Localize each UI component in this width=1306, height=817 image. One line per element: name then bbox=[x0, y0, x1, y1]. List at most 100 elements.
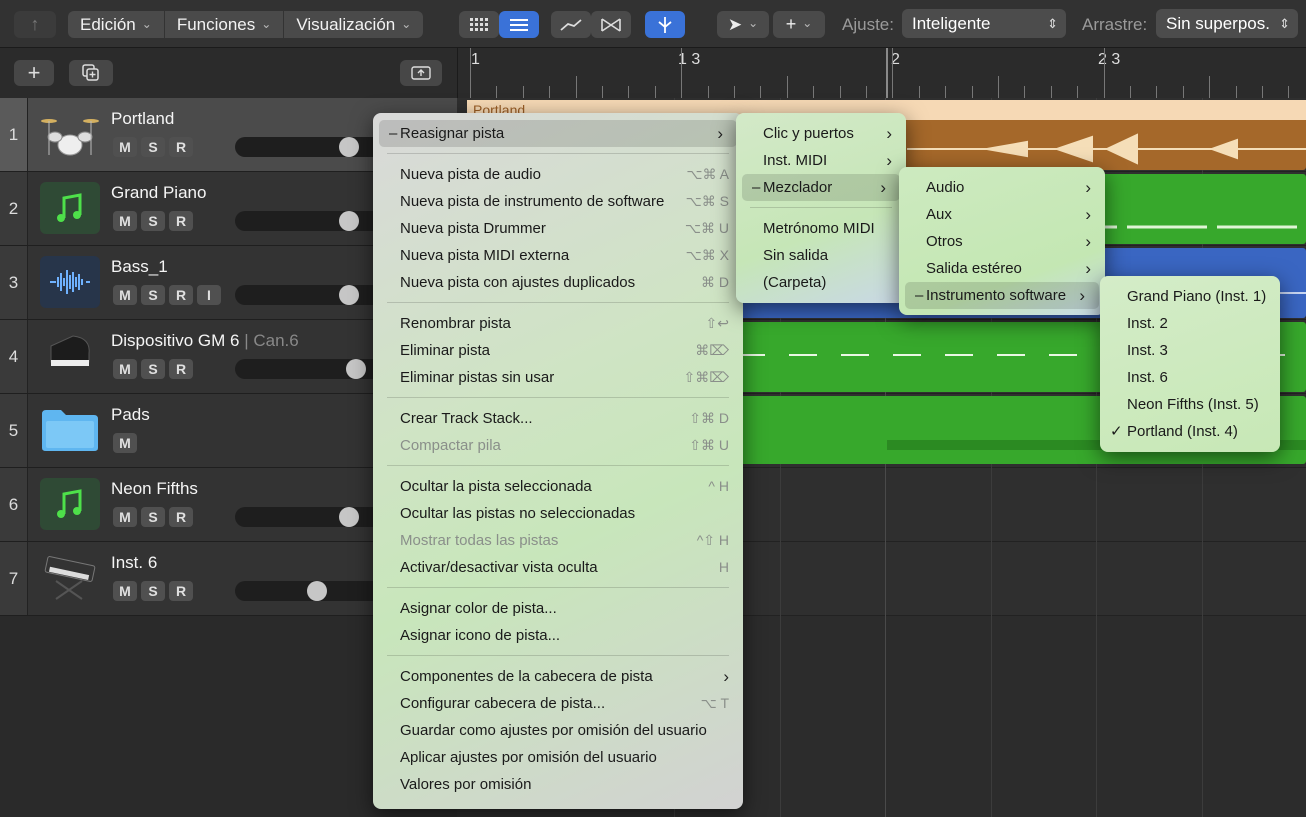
automation-button[interactable] bbox=[551, 11, 591, 38]
waveform-icon[interactable] bbox=[40, 256, 100, 308]
menu-item[interactable]: – Mezclador › bbox=[742, 174, 900, 201]
up-arrow-button[interactable]: ↑ bbox=[14, 11, 56, 38]
menu-item[interactable]: – Reasignar pista › bbox=[379, 120, 737, 147]
menu-item[interactable]: Inst. 3 bbox=[1100, 337, 1280, 364]
grand-piano-icon[interactable] bbox=[40, 330, 100, 382]
menu-item[interactable]: Grand Piano (Inst. 1) bbox=[1100, 283, 1280, 310]
flex-button[interactable] bbox=[591, 11, 631, 38]
solo-button[interactable]: S bbox=[141, 359, 165, 379]
menu-item[interactable]: Renombrar pista ⇧↩ bbox=[373, 310, 743, 337]
menu-item[interactable]: Activar/desactivar vista oculta H bbox=[373, 554, 743, 581]
menu-item[interactable]: (Carpeta) bbox=[736, 269, 906, 296]
mute-button[interactable]: M bbox=[113, 581, 137, 601]
menu-item[interactable]: Sin salida bbox=[736, 242, 906, 269]
track-name[interactable]: Dispositivo GM 6 | Can.6 bbox=[111, 331, 299, 351]
solo-button[interactable]: S bbox=[141, 211, 165, 231]
menu-item[interactable]: Inst. 6 bbox=[1100, 364, 1280, 391]
crosshair-tool-button[interactable]: + ⌄ bbox=[773, 11, 825, 38]
view-menu[interactable]: Visualización ⌄ bbox=[284, 11, 423, 38]
music-note-icon[interactable] bbox=[40, 478, 100, 530]
list-view-button[interactable] bbox=[499, 11, 539, 38]
menu-item[interactable]: Crear Track Stack... ⇧⌘ D bbox=[373, 405, 743, 432]
catch-playhead-button[interactable] bbox=[645, 11, 685, 38]
volume-slider-knob[interactable] bbox=[346, 359, 366, 379]
menu-item[interactable]: Configurar cabecera de pista... ⌥ T bbox=[373, 690, 743, 717]
volume-slider-knob[interactable] bbox=[339, 137, 359, 157]
record-enable-button[interactable]: R bbox=[169, 507, 193, 527]
record-enable-button[interactable]: R bbox=[169, 285, 193, 305]
menu-item[interactable]: Inst. MIDI › bbox=[736, 147, 906, 174]
grid-view-button[interactable] bbox=[459, 11, 499, 38]
track-name[interactable]: Bass_1 bbox=[111, 257, 168, 277]
mute-button[interactable]: M bbox=[113, 137, 137, 157]
solo-button[interactable]: S bbox=[141, 507, 165, 527]
volume-slider-knob[interactable] bbox=[339, 285, 359, 305]
menu-item[interactable]: Clic y puertos › bbox=[736, 120, 906, 147]
mute-button[interactable]: M bbox=[113, 433, 137, 453]
volume-slider-knob[interactable] bbox=[339, 211, 359, 231]
menu-item[interactable]: Eliminar pistas sin usar ⇧⌘⌦ bbox=[373, 364, 743, 391]
track-name[interactable]: Inst. 6 bbox=[111, 553, 157, 573]
menu-item[interactable]: Salida estéreo › bbox=[899, 255, 1105, 282]
mute-button[interactable]: M bbox=[113, 211, 137, 231]
edit-menu[interactable]: Edición ⌄ bbox=[68, 11, 165, 38]
menu-item[interactable]: Asignar icono de pista... bbox=[373, 622, 743, 649]
volume-slider[interactable] bbox=[235, 211, 385, 231]
volume-slider[interactable] bbox=[235, 137, 385, 157]
menu-item[interactable]: Eliminar pista ⌘⌦ bbox=[373, 337, 743, 364]
volume-slider[interactable] bbox=[235, 285, 385, 305]
add-track-button[interactable]: + bbox=[14, 60, 54, 86]
menu-item[interactable]: – Instrumento software › bbox=[905, 282, 1099, 309]
input-monitor-button[interactable]: I bbox=[197, 285, 221, 305]
solo-button[interactable]: S bbox=[141, 581, 165, 601]
menu-item[interactable]: Guardar como ajustes por omisión del usu… bbox=[373, 717, 743, 744]
record-enable-button[interactable]: R bbox=[169, 137, 193, 157]
menu-item[interactable]: Otros › bbox=[899, 228, 1105, 255]
bar-ruler[interactable]: 1 1 3 2 2 3 bbox=[457, 48, 1306, 98]
drum-kit-icon[interactable] bbox=[40, 108, 100, 160]
menu-item[interactable]: Componentes de la cabecera de pista › bbox=[373, 663, 743, 690]
menu-item[interactable]: Nueva pista Drummer ⌥⌘ U bbox=[373, 215, 743, 242]
menu-item[interactable]: Audio › bbox=[899, 174, 1105, 201]
mute-button[interactable]: M bbox=[113, 507, 137, 527]
menu-item[interactable]: Aplicar ajustes por omisión del usuario bbox=[373, 744, 743, 771]
menu-item[interactable]: Valores por omisión bbox=[373, 771, 743, 798]
record-enable-button[interactable]: R bbox=[169, 359, 193, 379]
volume-slider[interactable] bbox=[235, 581, 385, 601]
solo-button[interactable]: S bbox=[141, 285, 165, 305]
volume-slider[interactable] bbox=[235, 359, 385, 379]
pointer-tool-button[interactable]: ➤ ⌄ bbox=[717, 11, 769, 38]
menu-item[interactable]: Metrónomo MIDI bbox=[736, 215, 906, 242]
functions-menu[interactable]: Funciones ⌄ bbox=[165, 11, 285, 38]
snap-select[interactable]: Inteligente ⇕ bbox=[902, 9, 1066, 38]
mute-button[interactable]: M bbox=[113, 285, 137, 305]
track-name[interactable]: Grand Piano bbox=[111, 183, 206, 203]
record-enable-button[interactable]: R bbox=[169, 581, 193, 601]
volume-slider-knob[interactable] bbox=[307, 581, 327, 601]
duplicate-track-button[interactable] bbox=[69, 60, 113, 86]
menu-item[interactable]: Ocultar las pistas no seleccionadas bbox=[373, 500, 743, 527]
menu-item[interactable]: Nueva pista MIDI externa ⌥⌘ X bbox=[373, 242, 743, 269]
folder-icon[interactable] bbox=[40, 404, 100, 456]
synthesizer-icon[interactable] bbox=[40, 552, 100, 604]
menu-item[interactable]: Inst. 2 bbox=[1100, 310, 1280, 337]
music-note-icon[interactable] bbox=[40, 182, 100, 234]
record-enable-button[interactable]: R bbox=[169, 211, 193, 231]
volume-slider-knob[interactable] bbox=[339, 507, 359, 527]
volume-slider[interactable] bbox=[235, 507, 385, 527]
drag-select[interactable]: Sin superpos. ⇕ bbox=[1156, 9, 1298, 38]
menu-item[interactable]: Neon Fifths (Inst. 5) bbox=[1100, 391, 1280, 418]
global-tracks-button[interactable] bbox=[400, 60, 442, 86]
solo-button[interactable]: S bbox=[141, 137, 165, 157]
menu-item[interactable]: Nueva pista con ajustes duplicados ⌘ D bbox=[373, 269, 743, 296]
menu-item[interactable]: Nueva pista de instrumento de software ⌥⌘… bbox=[373, 188, 743, 215]
track-name[interactable]: Pads bbox=[111, 405, 150, 425]
track-name[interactable]: Portland bbox=[111, 109, 174, 129]
menu-item[interactable]: Asignar color de pista... bbox=[373, 595, 743, 622]
mute-button[interactable]: M bbox=[113, 359, 137, 379]
menu-item[interactable]: Ocultar la pista seleccionada ^ H bbox=[373, 473, 743, 500]
menu-item[interactable]: ✓ Portland (Inst. 4) bbox=[1100, 418, 1280, 445]
track-name[interactable]: Neon Fifths bbox=[111, 479, 198, 499]
menu-item[interactable]: Nueva pista de audio ⌥⌘ A bbox=[373, 161, 743, 188]
menu-item[interactable]: Aux › bbox=[899, 201, 1105, 228]
